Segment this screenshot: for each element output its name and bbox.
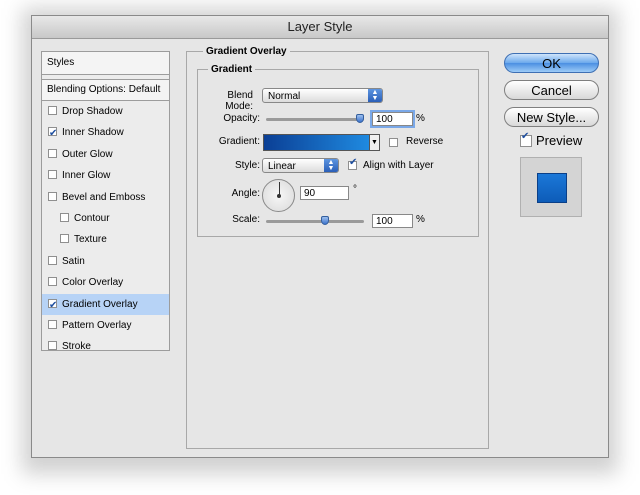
gradient-overlay-panel: Gradient Overlay Gradient Blend Mode: No… xyxy=(186,46,489,449)
angle-label: Angle: xyxy=(231,188,260,199)
style-item-checkbox[interactable] xyxy=(48,341,57,351)
style-item-satin[interactable]: Satin xyxy=(42,251,169,272)
style-item-gradient-overlay[interactable]: Gradient Overlay xyxy=(42,293,169,316)
style-item-checkbox[interactable] xyxy=(60,234,69,244)
reverse-checkbox[interactable] xyxy=(389,138,398,147)
opacity-input[interactable]: 100 xyxy=(370,110,415,128)
group-title: Gradient xyxy=(208,64,256,75)
preview-checkbox[interactable] xyxy=(520,131,532,147)
scale-slider[interactable] xyxy=(266,220,364,223)
style-item-checkbox[interactable] xyxy=(48,123,57,144)
gradient-label: Gradient: xyxy=(218,136,260,147)
layer-style-dialog: Layer Style Styles Blending Options: Def… xyxy=(31,15,609,458)
scale-slider-knob[interactable] xyxy=(320,216,329,225)
style-item-drop-shadow[interactable]: Drop Shadow xyxy=(42,101,169,122)
cancel-button[interactable]: Cancel xyxy=(504,80,599,100)
angle-input[interactable]: 90 xyxy=(300,186,349,200)
preview-thumbnail xyxy=(520,157,582,217)
style-item-color-overlay[interactable]: Color Overlay xyxy=(42,272,169,293)
style-item-contour[interactable]: Contour xyxy=(42,208,169,229)
opacity-unit: % xyxy=(416,113,425,124)
style-item-inner-shadow[interactable]: Inner Shadow xyxy=(42,122,169,144)
style-item-checkbox[interactable] xyxy=(48,148,57,158)
opacity-slider[interactable] xyxy=(266,118,364,121)
angle-dial[interactable] xyxy=(262,179,295,212)
opacity-label: Opacity: xyxy=(223,113,260,124)
style-item-label: Satin xyxy=(62,255,85,267)
blend-mode-label: Blend Mode: xyxy=(225,90,253,112)
style-item-inner-glow[interactable]: Inner Glow xyxy=(42,165,169,186)
style-item-label: Stroke xyxy=(62,341,91,353)
ok-button[interactable]: OK xyxy=(504,53,599,73)
style-item-label: Inner Shadow xyxy=(62,127,124,139)
style-item-label: Drop Shadow xyxy=(62,106,123,117)
new-style-button[interactable]: New Style... xyxy=(504,107,599,127)
align-with-layer-label: Align with Layer xyxy=(363,160,434,171)
style-item-bevel-and-emboss[interactable]: Bevel and Emboss xyxy=(42,187,169,208)
style-item-checkbox[interactable] xyxy=(60,212,69,222)
updown-arrows-icon: ▲ ▼ xyxy=(368,89,382,102)
scale-label: Scale: xyxy=(232,214,260,225)
style-item-checkbox[interactable] xyxy=(48,106,57,115)
gradient-dropdown-icon[interactable]: ▼ xyxy=(369,134,380,151)
style-item-checkbox[interactable] xyxy=(48,319,57,329)
styles-header[interactable]: Styles xyxy=(42,52,169,75)
style-item-label: Inner Glow xyxy=(62,170,111,182)
style-item-checkbox[interactable] xyxy=(48,295,57,316)
style-item-texture[interactable]: Texture xyxy=(42,229,169,250)
effects-list: Drop Shadow Inner Shadow Outer Glow Inner G… xyxy=(42,101,169,358)
style-item-label: Pattern Overlay xyxy=(62,319,132,331)
style-select[interactable]: Linear ▲ ▼ xyxy=(262,158,339,173)
style-item-pattern-overlay[interactable]: Pattern Overlay xyxy=(42,315,169,336)
gradient-picker[interactable] xyxy=(263,134,370,151)
style-value: Linear xyxy=(268,161,296,172)
preview-swatch xyxy=(537,173,567,203)
style-label: Style: xyxy=(234,160,260,171)
blend-mode-value: Normal xyxy=(268,91,301,102)
style-item-checkbox[interactable] xyxy=(48,191,57,201)
style-item-label: Gradient Overlay xyxy=(62,298,138,310)
style-item-checkbox[interactable] xyxy=(48,255,57,265)
style-item-checkbox[interactable] xyxy=(48,277,57,287)
preview-label: Preview xyxy=(536,133,583,148)
style-item-stroke[interactable]: Stroke xyxy=(42,336,169,357)
style-item-label: Texture xyxy=(74,234,107,246)
scale-unit: % xyxy=(416,214,425,225)
angle-unit: ° xyxy=(353,184,357,195)
gradient-group: Gradient Blend Mode: Normal ▲ ▼ Opacity: … xyxy=(197,64,479,237)
style-item-outer-glow[interactable]: Outer Glow xyxy=(42,144,169,165)
blend-mode-select[interactable]: Normal ▲ ▼ xyxy=(262,88,383,103)
blending-options-item[interactable]: Blending Options: Default xyxy=(42,79,169,101)
style-item-label: Contour xyxy=(74,212,110,224)
updown-arrows-icon: ▲ ▼ xyxy=(324,159,338,172)
scale-input[interactable]: 100 xyxy=(372,214,413,228)
align-with-layer-checkbox[interactable] xyxy=(348,157,357,170)
style-item-label: Outer Glow xyxy=(62,148,113,160)
style-item-label: Bevel and Emboss xyxy=(62,191,146,203)
angle-center xyxy=(277,194,281,198)
opacity-slider-knob[interactable] xyxy=(356,114,364,123)
section-title: Gradient Overlay xyxy=(203,46,290,57)
styles-list: Styles Blending Options: Default Drop Sh… xyxy=(41,51,170,352)
window-title: Layer Style xyxy=(32,16,608,39)
reverse-label: Reverse xyxy=(406,136,444,147)
style-item-label: Color Overlay xyxy=(62,277,124,289)
style-item-checkbox[interactable] xyxy=(48,170,57,180)
